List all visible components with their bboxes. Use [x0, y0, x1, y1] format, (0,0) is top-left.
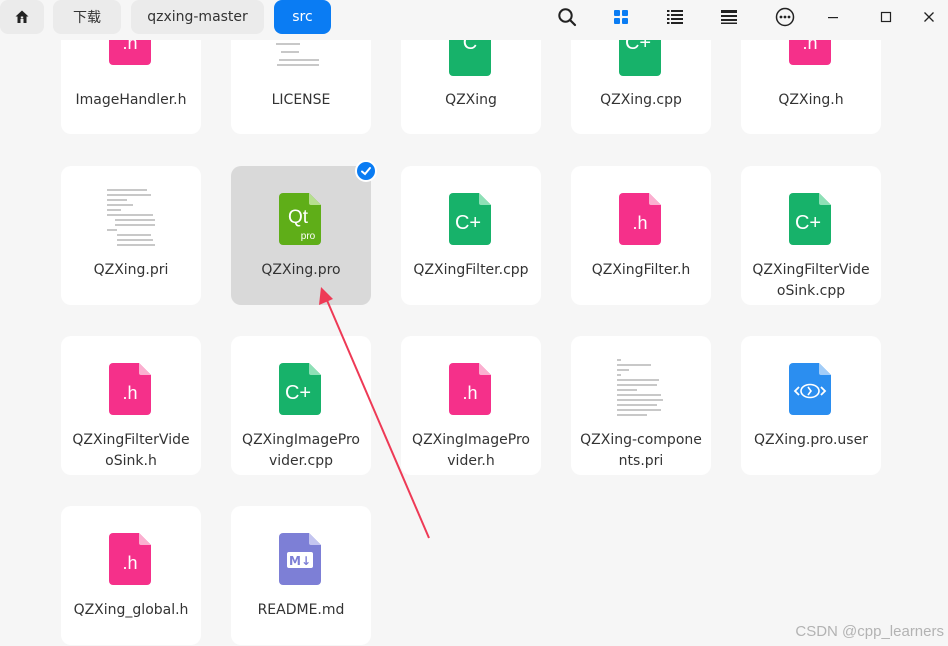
- list-view-icon: [667, 10, 683, 24]
- file-name: QZXingFilter.h: [591, 262, 691, 278]
- cpp-file-icon: C+: [279, 363, 321, 415]
- cpp-file-icon: C+: [789, 193, 831, 245]
- file-item-qzxingfilter-cpp[interactable]: C+ QZXingFilter.cpp: [401, 166, 541, 305]
- file-name: QZXing_global.h: [73, 602, 189, 618]
- markdown-file-icon: M↓: [279, 533, 321, 585]
- qt-project-icon: Qt pro: [279, 193, 321, 245]
- file-name-line-1: QZXingFilterVide: [72, 432, 190, 448]
- grid-view-icon: [614, 10, 628, 24]
- more-icon: [775, 7, 795, 27]
- h-glyph: .h: [122, 383, 137, 403]
- breadcrumb-qzxing-master[interactable]: qzxing-master: [131, 0, 264, 34]
- maximize-button[interactable]: [873, 4, 899, 30]
- h-glyph: .h: [632, 213, 647, 233]
- file-name-line-2: oSink.cpp: [776, 283, 846, 299]
- file-name: QZXing.h: [778, 92, 844, 108]
- file-name: QZXingFilter.cpp: [413, 262, 529, 278]
- text-preview-icon: [617, 356, 665, 418]
- minimize-button[interactable]: [820, 4, 846, 30]
- xml-file-icon: [789, 363, 831, 415]
- qt-glyph: Qt: [288, 207, 309, 228]
- md-glyph: M↓: [289, 554, 311, 568]
- selected-check-icon: [355, 160, 377, 182]
- header-file-icon: .h: [109, 363, 151, 415]
- file-name-line-2: vider.cpp: [268, 453, 334, 469]
- file-name: LICENSE: [271, 92, 331, 108]
- close-button[interactable]: [916, 4, 942, 30]
- search-icon: [558, 8, 577, 27]
- file-name-line-1: QZXingFilterVide: [752, 262, 870, 278]
- h-glyph: .h: [122, 553, 137, 573]
- file-name: ImageHandler.h: [75, 92, 187, 108]
- file-item-qzxing-pri[interactable]: QZXing.pri: [61, 166, 201, 305]
- file-item-qzxingfiltervideosink-h[interactable]: .h QZXingFilterVide oSink.h: [61, 336, 201, 475]
- breadcrumb-downloads[interactable]: 下载: [53, 0, 121, 34]
- breadcrumb-label: 下载: [73, 10, 101, 26]
- file-item-qzxingfilter-h[interactable]: .h QZXingFilter.h: [571, 166, 711, 305]
- file-name-line-2: oSink.h: [105, 453, 157, 469]
- file-item-qzxing-pro[interactable]: Qt pro QZXing.pro: [231, 160, 377, 305]
- file-item-qzxing-global-h[interactable]: .h QZXing_global.h: [61, 506, 201, 645]
- file-item-qzxing-components-pri[interactable]: QZXing-compone nts.pri: [571, 336, 711, 475]
- cpp-glyph: C+: [795, 212, 821, 234]
- file-item-qzxing-pro-user[interactable]: QZXing.pro.user: [741, 336, 881, 475]
- file-item-qzxingfiltervideosink-cpp[interactable]: C+ QZXingFilterVide oSink.cpp: [741, 166, 881, 305]
- breadcrumb-src[interactable]: src: [274, 0, 331, 34]
- breadcrumb-label: src: [292, 9, 313, 25]
- file-name-line-1: QZXingImagePro: [242, 432, 360, 448]
- more-button[interactable]: [772, 4, 798, 30]
- home-icon: [15, 10, 29, 23]
- maximize-icon: [880, 11, 892, 23]
- file-name: QZXing.pro.user: [754, 432, 868, 448]
- file-name: QZXing.pri: [93, 262, 169, 278]
- h-glyph: .h: [462, 383, 477, 403]
- detail-view-button[interactable]: [716, 4, 742, 30]
- cpp-glyph: C+: [285, 382, 311, 404]
- watermark: CSDN @cpp_learners: [795, 623, 944, 640]
- file-name-line-2: nts.pri: [618, 453, 664, 469]
- file-grid: .h ImageHandler.h LICENSE C QZXing C+ QZ…: [0, 0, 948, 646]
- header-file-icon: .h: [109, 533, 151, 585]
- file-item-qzxingimageprovider-cpp[interactable]: C+ QZXingImagePro vider.cpp: [231, 336, 371, 475]
- file-name: README.md: [257, 602, 345, 618]
- search-button[interactable]: [554, 4, 580, 30]
- home-button[interactable]: [0, 0, 44, 34]
- minimize-icon: [828, 17, 838, 19]
- list-view-button[interactable]: [662, 4, 688, 30]
- file-name: QZXing.cpp: [600, 92, 682, 108]
- close-icon: [924, 12, 934, 22]
- file-name-line-1: QZXing-compone: [580, 432, 702, 448]
- file-name: QZXing.pro: [261, 262, 341, 278]
- file-name-line-2: vider.h: [447, 453, 495, 469]
- file-name-line-1: QZXingImagePro: [412, 432, 530, 448]
- grid-view-button[interactable]: [608, 4, 634, 30]
- cpp-glyph: C+: [455, 212, 481, 234]
- breadcrumb-label: qzxing-master: [147, 9, 248, 25]
- header-file-icon: .h: [619, 193, 661, 245]
- header-file-icon: .h: [449, 363, 491, 415]
- titlebar: 下载 qzxing-master src: [0, 0, 948, 40]
- pro-glyph: pro: [301, 231, 316, 242]
- file-item-qzxingimageprovider-h[interactable]: .h QZXingImagePro vider.h: [401, 336, 541, 475]
- cpp-file-icon: C+: [449, 193, 491, 245]
- detail-view-icon: [721, 10, 737, 24]
- file-name: QZXing: [445, 92, 497, 108]
- file-item-readme-md[interactable]: M↓ README.md: [231, 506, 371, 645]
- text-preview-icon: [107, 186, 155, 248]
